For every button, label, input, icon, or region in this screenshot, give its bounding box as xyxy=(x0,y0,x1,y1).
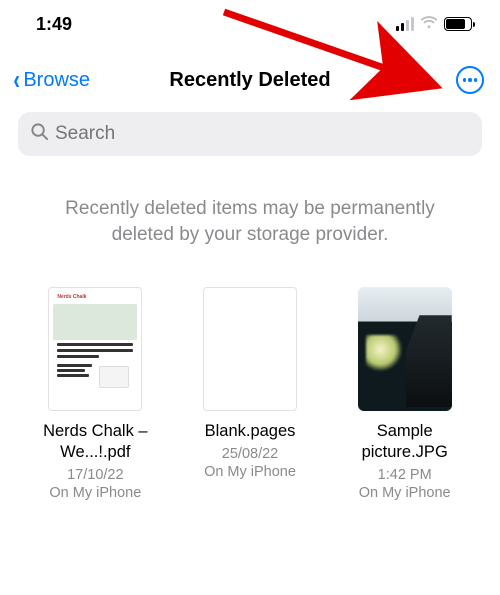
file-item[interactable]: Sample picture.JPG 1:42 PM On My iPhone xyxy=(335,287,474,500)
file-date: 1:42 PM xyxy=(378,467,432,483)
search-input[interactable] xyxy=(55,123,470,145)
cellular-signal-icon xyxy=(396,17,414,31)
file-date: 25/08/22 xyxy=(222,446,278,462)
file-item[interactable]: Nerds Chalk Nerds Chalk – We...!.pdf 17/… xyxy=(26,287,165,500)
search-icon xyxy=(30,122,49,146)
files-grid: Nerds Chalk Nerds Chalk – We...!.pdf 17/… xyxy=(0,267,500,500)
file-location: On My iPhone xyxy=(359,485,451,501)
battery-icon xyxy=(444,17,472,31)
file-name: Nerds Chalk – We...!.pdf xyxy=(26,421,165,462)
file-name: Sample picture.JPG xyxy=(335,421,474,462)
status-bar: 1:49 xyxy=(0,0,500,44)
file-thumbnail xyxy=(358,287,452,411)
ellipsis-icon xyxy=(474,78,478,82)
search-bar[interactable] xyxy=(18,112,482,156)
file-location: On My iPhone xyxy=(49,485,141,501)
more-options-button[interactable] xyxy=(456,66,484,94)
status-indicators xyxy=(396,15,472,34)
ellipsis-icon xyxy=(468,78,472,82)
navigation-bar: ‹ Browse Recently Deleted xyxy=(0,44,500,108)
file-thumbnail xyxy=(203,287,297,411)
wifi-icon xyxy=(420,16,438,35)
file-location: On My iPhone xyxy=(204,464,296,480)
back-label: Browse xyxy=(23,69,90,92)
ellipsis-icon xyxy=(463,78,467,82)
chevron-left-icon: ‹ xyxy=(13,66,20,94)
file-name: Blank.pages xyxy=(205,421,296,442)
file-thumbnail: Nerds Chalk xyxy=(48,287,142,411)
file-item[interactable]: Blank.pages 25/08/22 On My iPhone xyxy=(181,287,320,500)
back-button[interactable]: ‹ Browse xyxy=(12,66,90,94)
file-date: 17/10/22 xyxy=(67,467,123,483)
page-title: Recently Deleted xyxy=(169,69,330,92)
status-time: 1:49 xyxy=(36,14,72,35)
info-message: Recently deleted items may be permanentl… xyxy=(0,156,500,267)
